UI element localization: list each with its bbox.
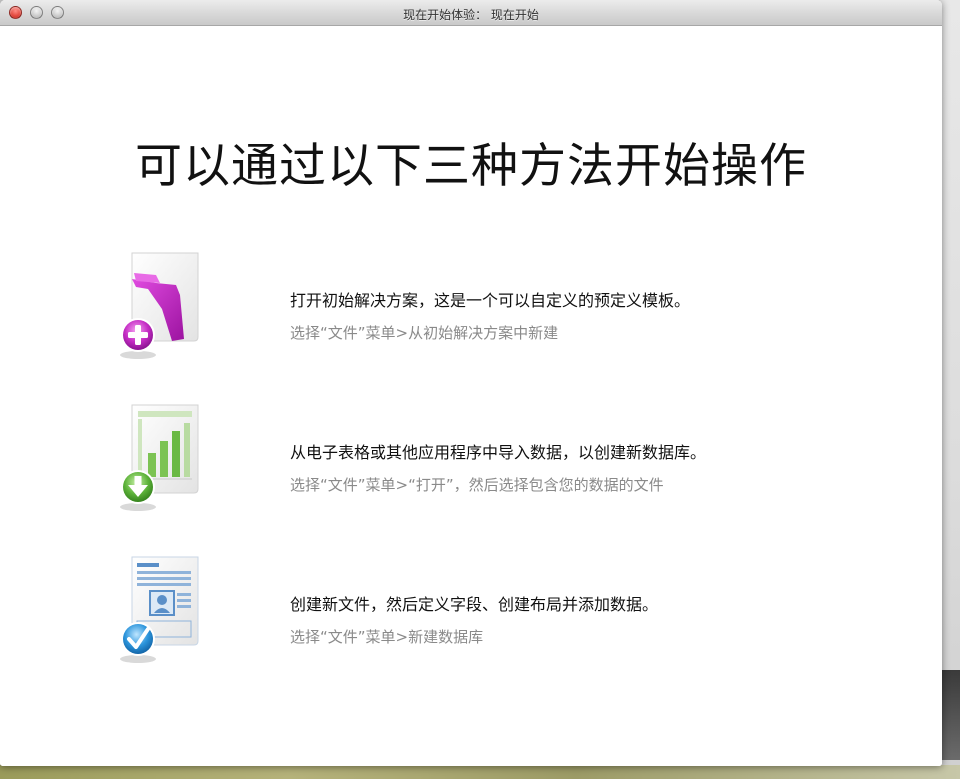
option-new-file-menu-hint: 选择“文件”菜单>新建数据库: [290, 628, 484, 646]
window-title: 现在开始体验： 现在开始: [403, 8, 539, 22]
desktop-background-dark: [942, 670, 960, 760]
option-import-spreadsheet[interactable]: 从电子表格或其他应用程序中导入数据，以创建新数据库。 选择“文件”菜单>“打开”…: [110, 401, 830, 521]
option-starter-menu-hint: 选择“文件”菜单>从初始解决方案中新建: [290, 324, 559, 342]
window-content: 可以通过以下三种方法开始操作 打开初始解决方案，这是一个可以自定义的预定义模板。…: [0, 27, 942, 766]
option-new-file-description: 创建新文件，然后定义字段、创建布局并添加数据。: [290, 595, 659, 614]
option-import-description: 从电子表格或其他应用程序中导入数据，以创建新数据库。: [290, 443, 707, 462]
option-open-starter-solution[interactable]: 打开初始解决方案，这是一个可以自定义的预定义模板。 选择“文件”菜单>从初始解决…: [110, 249, 830, 369]
starter-solution-plus-icon[interactable]: [110, 249, 210, 361]
desktop-background-right: [940, 0, 960, 779]
option-import-menu-hint: 选择“文件”菜单>“打开”，然后选择包含您的数据的文件: [290, 476, 664, 494]
new-file-layout-check-icon[interactable]: [110, 553, 210, 665]
window-titlebar[interactable]: 现在开始体验： 现在开始: [0, 0, 942, 26]
desktop-background-bottom: [0, 765, 960, 779]
option-create-new-file[interactable]: 创建新文件，然后定义字段、创建布局并添加数据。 选择“文件”菜单>新建数据库: [110, 553, 830, 673]
getting-started-window: 现在开始体验： 现在开始 可以通过以下三种方法开始操作 打开初始解决方案，这是一…: [0, 0, 942, 766]
spreadsheet-import-icon[interactable]: [110, 401, 210, 513]
option-starter-description: 打开初始解决方案，这是一个可以自定义的预定义模板。: [290, 291, 691, 310]
page-headline: 可以通过以下三种方法开始操作: [135, 139, 807, 194]
